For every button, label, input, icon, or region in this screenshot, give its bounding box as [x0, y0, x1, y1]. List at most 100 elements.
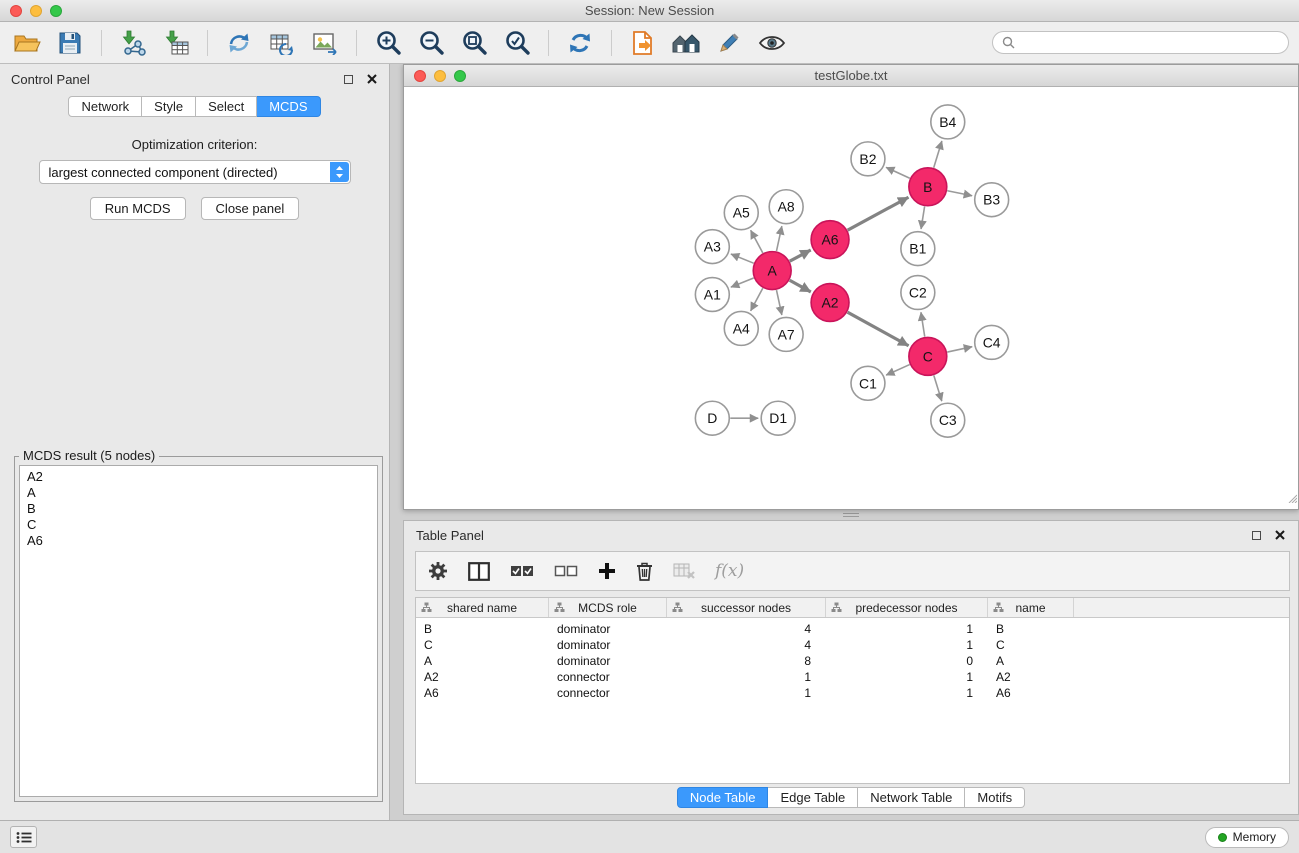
edge-A-A1[interactable] [731, 278, 754, 287]
network-zoom-button[interactable] [454, 70, 466, 82]
node-A8[interactable]: A8 [769, 190, 803, 224]
close-control-panel-icon[interactable] [365, 73, 378, 86]
memory-button[interactable]: Memory [1205, 827, 1289, 848]
control-tab-network[interactable]: Network [68, 96, 142, 117]
run-mcds-button[interactable]: Run MCDS [90, 197, 186, 220]
control-tab-style[interactable]: Style [142, 96, 196, 117]
edge-A-A6[interactable] [790, 250, 811, 261]
resize-grip-icon[interactable] [1287, 490, 1297, 508]
column-header-MCDS-role[interactable]: MCDS role [549, 598, 667, 617]
node-A3[interactable]: A3 [695, 230, 729, 264]
edge-B-B3[interactable] [947, 191, 972, 196]
import-network-file-icon[interactable] [116, 27, 150, 59]
new-network-table-icon[interactable] [265, 27, 299, 59]
table-tab-edge-table[interactable]: Edge Table [768, 787, 858, 808]
zoom-window-button[interactable] [50, 5, 62, 17]
zoom-selected-icon[interactable] [500, 27, 534, 59]
network-view[interactable]: B4B2BB3A5A8A6B1A3AC2A1A2A4A7C4CC1C3DD1 [404, 88, 1298, 509]
edge-A-A2[interactable] [790, 280, 811, 292]
node-A1[interactable]: A1 [695, 278, 729, 312]
network-window-titlebar[interactable]: testGlobe.txt [404, 65, 1298, 87]
mcds-result-item[interactable]: A [27, 485, 370, 501]
edge-C-C4[interactable] [947, 347, 972, 352]
network-minimize-button[interactable] [434, 70, 446, 82]
delete-table-icon[interactable] [673, 559, 695, 583]
close-panel-button[interactable]: Close panel [201, 197, 300, 220]
table-row[interactable]: Cdominator41C [416, 637, 1289, 653]
table-tab-motifs[interactable]: Motifs [965, 787, 1025, 808]
show-columns-icon[interactable] [468, 559, 490, 583]
table-row[interactable]: Adominator80A [416, 653, 1289, 669]
node-A[interactable]: A [753, 252, 791, 290]
close-window-button[interactable] [10, 5, 22, 17]
open-file-icon[interactable] [10, 27, 44, 59]
mcds-result-item[interactable]: A2 [27, 469, 370, 485]
node-A5[interactable]: A5 [724, 196, 758, 230]
import-table-file-icon[interactable] [159, 27, 193, 59]
node-A2[interactable]: A2 [811, 284, 849, 322]
table-settings-icon[interactable] [428, 559, 448, 583]
style-wand-icon[interactable] [712, 27, 746, 59]
table-row[interactable]: A2connector11A2 [416, 669, 1289, 685]
table-tab-node-table[interactable]: Node Table [677, 787, 769, 808]
search-input[interactable] [1021, 36, 1279, 50]
edge-A-A8[interactable] [776, 226, 781, 251]
function-builder-icon[interactable]: f(x) [715, 561, 744, 581]
node-C3[interactable]: C3 [931, 403, 965, 437]
status-list-button[interactable] [10, 826, 37, 848]
column-header-shared-name[interactable]: shared name [416, 598, 549, 617]
edge-B-B4[interactable] [934, 141, 942, 168]
node-B4[interactable]: B4 [931, 105, 965, 139]
node-A4[interactable]: A4 [724, 311, 758, 345]
edge-C-C3[interactable] [934, 375, 942, 401]
edge-A-A5[interactable] [751, 230, 763, 253]
mcds-result-item[interactable]: C [27, 517, 370, 533]
delete-row-icon[interactable] [636, 559, 653, 583]
float-control-panel-icon[interactable] [342, 73, 355, 86]
mcds-result-list[interactable]: A2ABCA6 [19, 465, 378, 797]
edge-A-A7[interactable] [776, 290, 781, 315]
minimize-window-button[interactable] [30, 5, 42, 17]
criterion-dropdown[interactable]: largest connected component (directed) [39, 160, 351, 184]
add-row-icon[interactable] [598, 559, 616, 583]
node-B3[interactable]: B3 [975, 183, 1009, 217]
browser-home-icon[interactable] [669, 27, 703, 59]
table-tab-network-table[interactable]: Network Table [858, 787, 965, 808]
node-B[interactable]: B [909, 168, 947, 206]
column-header-successor-nodes[interactable]: successor nodes [667, 598, 826, 617]
node-B1[interactable]: B1 [901, 232, 935, 266]
column-header-name[interactable]: name [988, 598, 1074, 617]
close-table-panel-icon[interactable] [1273, 529, 1286, 542]
network-canvas[interactable]: B4B2BB3A5A8A6B1A3AC2A1A2A4A7C4CC1C3DD1 [404, 88, 1298, 509]
edge-A2-C[interactable] [848, 312, 909, 346]
node-C[interactable]: C [909, 337, 947, 375]
show-graphics-details-icon[interactable] [755, 27, 789, 59]
node-C2[interactable]: C2 [901, 276, 935, 310]
edge-C-C1[interactable] [886, 365, 910, 376]
deselect-all-icon[interactable] [554, 559, 578, 583]
node-C1[interactable]: C1 [851, 366, 885, 400]
export-document-icon[interactable] [626, 27, 660, 59]
apply-layout-icon[interactable] [563, 27, 597, 59]
edge-C-C2[interactable] [921, 312, 925, 336]
node-D1[interactable]: D1 [761, 401, 795, 435]
table-row[interactable]: A6connector11A6 [416, 685, 1289, 701]
zoom-fit-icon[interactable] [457, 27, 491, 59]
zoom-out-icon[interactable] [414, 27, 448, 59]
edge-A6-B[interactable] [848, 197, 909, 230]
mcds-result-item[interactable]: B [27, 501, 370, 517]
edge-B-B1[interactable] [921, 206, 925, 229]
float-table-panel-icon[interactable] [1250, 529, 1263, 542]
mcds-result-item[interactable]: A6 [27, 533, 370, 549]
node-A7[interactable]: A7 [769, 317, 803, 351]
search-box[interactable] [992, 31, 1289, 54]
zoom-in-icon[interactable] [371, 27, 405, 59]
save-session-icon[interactable] [53, 27, 87, 59]
export-image-icon[interactable] [308, 27, 342, 59]
node-D[interactable]: D [695, 401, 729, 435]
panel-splitter[interactable] [403, 511, 1299, 519]
network-close-button[interactable] [414, 70, 426, 82]
select-all-icon[interactable] [510, 559, 534, 583]
edge-A-A4[interactable] [751, 288, 763, 311]
new-network-icon[interactable] [222, 27, 256, 59]
